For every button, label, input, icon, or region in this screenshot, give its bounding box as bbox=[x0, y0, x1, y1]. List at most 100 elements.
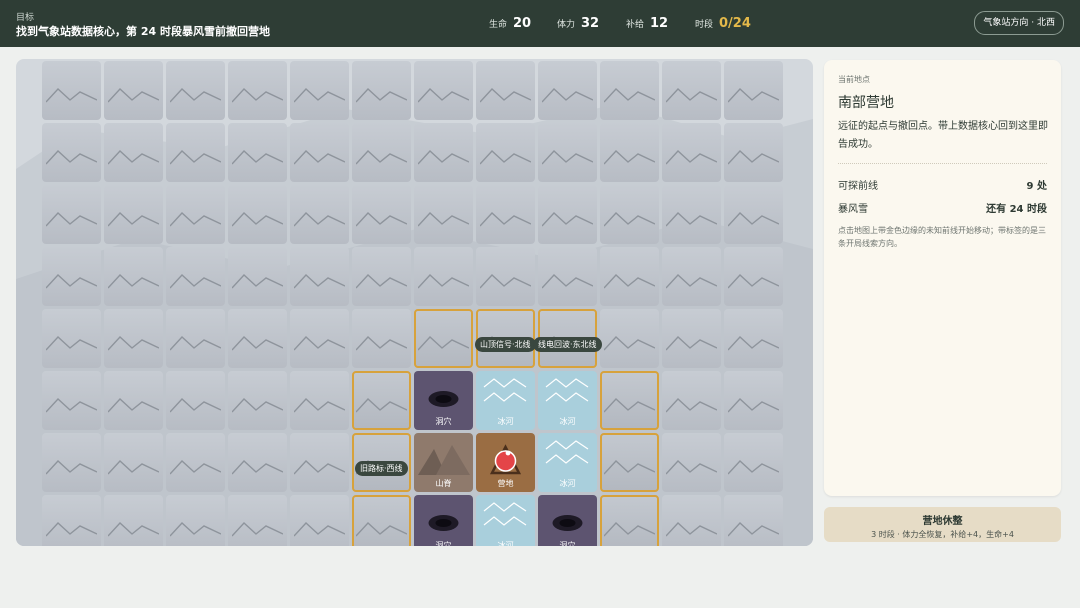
map-board: 山顶信号·北线 线电回波·东北线 洞穴 冰河 冰河 旧路标·西线 山脊 营地 冰河 洞穴 冰河 洞穴 bbox=[16, 59, 813, 546]
fog-tile bbox=[228, 309, 287, 368]
unknown-mountain-icon bbox=[418, 274, 469, 289]
fog-tile bbox=[166, 371, 225, 430]
unknown-mountain-icon bbox=[170, 212, 221, 227]
info-value: 还有 24 时段 bbox=[986, 204, 1047, 215]
unknown-mountain-icon bbox=[604, 336, 655, 351]
unknown-mountain-icon bbox=[604, 88, 655, 103]
fog-tile bbox=[414, 61, 473, 120]
tile-label: 山脊 bbox=[435, 479, 452, 488]
stat-value: 12 bbox=[650, 16, 669, 31]
fog-tile bbox=[228, 433, 287, 492]
stat-value: 20 bbox=[513, 16, 532, 31]
unknown-mountain-icon bbox=[170, 398, 221, 413]
cave-tile: 洞穴 bbox=[414, 495, 473, 546]
unknown-mountain-icon bbox=[356, 336, 407, 351]
fog-tile bbox=[166, 433, 225, 492]
fog-tile bbox=[538, 123, 597, 182]
unknown-mountain-icon bbox=[666, 398, 717, 413]
fog-tile bbox=[352, 247, 411, 306]
frontier-tile[interactable] bbox=[352, 371, 411, 430]
fog-tile bbox=[724, 123, 783, 182]
panel-hint: 点击地图上带金色边缘的未知前线开始移动；带标签的是三条开局线索方向。 bbox=[838, 226, 1046, 248]
unknown-mountain-icon bbox=[232, 460, 283, 475]
goal-text: 找到气象站数据核心，第 24 时段暴风雪前撤回营地 bbox=[16, 25, 270, 38]
unknown-mountain-icon bbox=[294, 274, 345, 289]
stat-label: 补给 bbox=[626, 20, 645, 30]
unknown-mountain-icon bbox=[666, 88, 717, 103]
unknown-mountain-icon bbox=[46, 274, 97, 289]
unknown-mountain-icon bbox=[294, 150, 345, 165]
unknown-mountain-icon bbox=[232, 398, 283, 413]
fog-tile bbox=[42, 371, 101, 430]
location-description: 远征的起点与撤回点。带上数据核心回到这里即告成功。 bbox=[838, 121, 1048, 150]
unknown-mountain-icon bbox=[46, 460, 97, 475]
info-row-blizzard: 暴风雪 还有 24 时段 bbox=[838, 200, 1047, 215]
unknown-mountain-icon bbox=[480, 212, 531, 227]
fog-tile bbox=[662, 61, 721, 120]
frontier-tile[interactable] bbox=[600, 495, 659, 546]
fog-tile bbox=[290, 309, 349, 368]
fog-tile bbox=[352, 185, 411, 244]
map-grid: 山顶信号·北线 线电回波·东北线 洞穴 冰河 冰河 旧路标·西线 山脊 营地 冰河 洞穴 冰河 洞穴 bbox=[42, 61, 783, 546]
info-value: 9 处 bbox=[1026, 181, 1047, 192]
unknown-mountain-icon bbox=[46, 398, 97, 413]
fog-tile bbox=[724, 371, 783, 430]
unknown-mountain-icon bbox=[294, 212, 345, 227]
unknown-mountain-icon bbox=[666, 150, 717, 165]
unknown-mountain-icon bbox=[170, 336, 221, 351]
fog-tile bbox=[662, 433, 721, 492]
frontier-tile[interactable] bbox=[352, 495, 411, 546]
fog-tile bbox=[600, 185, 659, 244]
frontier-tile[interactable]: 山顶信号·北线 bbox=[475, 309, 536, 368]
clue-tag[interactable]: 山顶信号·北线 bbox=[475, 337, 536, 352]
clue-tag[interactable]: 线电回波·东北线 bbox=[533, 337, 602, 352]
fog-tile bbox=[290, 371, 349, 430]
unknown-mountain-icon bbox=[232, 522, 283, 537]
unknown-mountain-icon bbox=[418, 150, 469, 165]
fog-tile bbox=[166, 123, 225, 182]
clue-tag[interactable]: 旧路标·西线 bbox=[355, 461, 408, 476]
fog-tile bbox=[166, 185, 225, 244]
unknown-mountain-icon bbox=[356, 212, 407, 227]
tile-label: 冰河 bbox=[559, 479, 576, 488]
ridge-icon bbox=[418, 445, 470, 475]
fog-tile bbox=[352, 61, 411, 120]
tile-label: 洞穴 bbox=[559, 541, 576, 546]
fog-tile bbox=[104, 433, 163, 492]
fog-tile bbox=[290, 495, 349, 546]
fog-tile bbox=[476, 185, 535, 244]
goal-label: 目标 bbox=[16, 13, 35, 23]
unknown-mountain-icon bbox=[728, 336, 779, 351]
direction-hint-pill[interactable]: 气象站方向 · 北西 bbox=[974, 11, 1064, 35]
glacier-tile: 冰河 bbox=[538, 371, 597, 430]
fog-tile bbox=[414, 185, 473, 244]
glacier-icon bbox=[545, 378, 589, 402]
fog-tile bbox=[538, 185, 597, 244]
fog-tile bbox=[724, 309, 783, 368]
fog-tile bbox=[228, 123, 287, 182]
frontier-tile[interactable]: 旧路标·西线 bbox=[352, 433, 411, 492]
frontier-tile[interactable] bbox=[600, 433, 659, 492]
unknown-mountain-icon bbox=[604, 150, 655, 165]
frontier-tile[interactable] bbox=[600, 371, 659, 430]
fog-tile bbox=[662, 495, 721, 546]
fog-tile bbox=[600, 247, 659, 306]
unknown-mountain-icon bbox=[418, 88, 469, 103]
unknown-mountain-icon bbox=[542, 212, 593, 227]
glacier-tile: 冰河 bbox=[476, 495, 535, 546]
camp-rest-button[interactable]: 营地休整 3 时段 · 体力全恢复，补给+4，生命+4 bbox=[824, 507, 1061, 542]
unknown-mountain-icon bbox=[728, 522, 779, 537]
fog-tile bbox=[42, 123, 101, 182]
fog-tile bbox=[476, 247, 535, 306]
ridge-tile: 山脊 bbox=[414, 433, 473, 492]
frontier-tile[interactable] bbox=[414, 309, 473, 368]
unknown-mountain-icon bbox=[728, 398, 779, 413]
unknown-mountain-icon bbox=[108, 274, 159, 289]
unknown-mountain-icon bbox=[232, 88, 283, 103]
frontier-tile[interactable]: 线电回波·东北线 bbox=[533, 309, 602, 368]
tile-label: 冰河 bbox=[497, 541, 514, 546]
fog-tile bbox=[414, 247, 473, 306]
fog-tile bbox=[290, 123, 349, 182]
current-location-label: 当前地点 bbox=[838, 75, 870, 84]
unknown-mountain-icon bbox=[46, 336, 97, 351]
